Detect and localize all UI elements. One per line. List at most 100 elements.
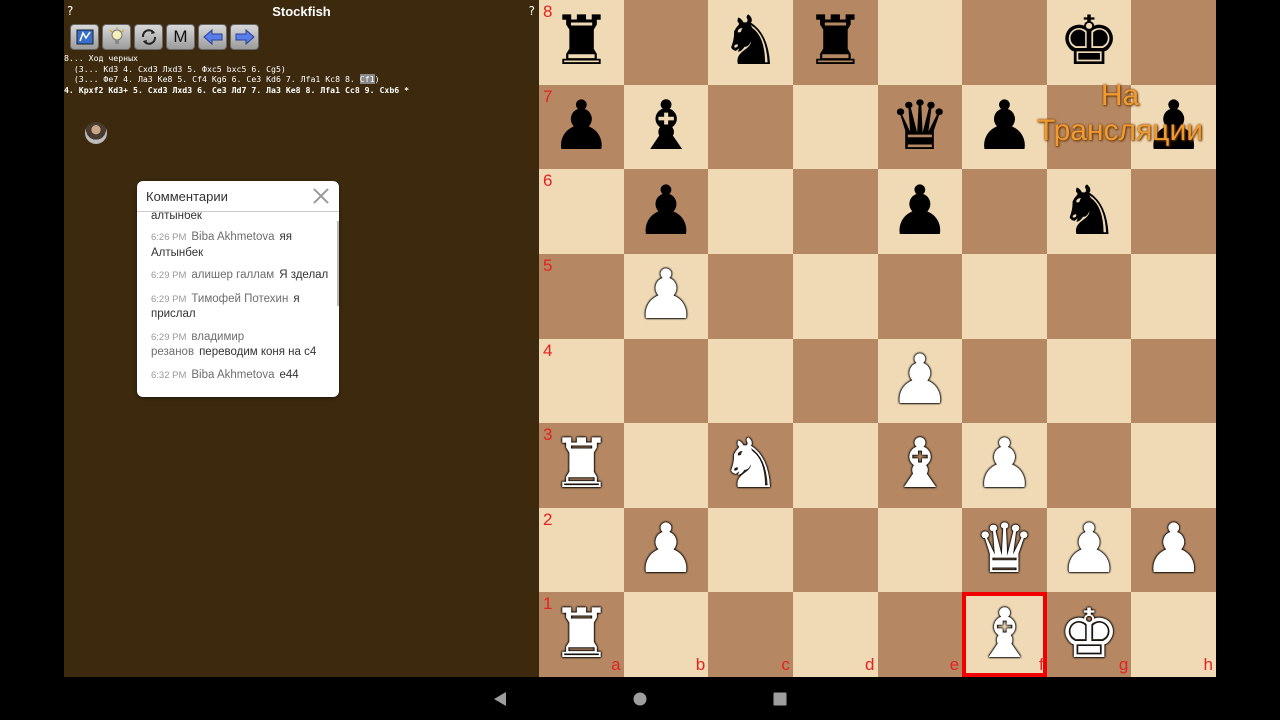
square-f4[interactable]	[962, 338, 1047, 424]
square-d3[interactable]	[792, 423, 878, 508]
square-a7[interactable]: ♟ 7	[539, 84, 624, 170]
black-pawn-icon[interactable]: ♟	[551, 92, 612, 161]
hint-button[interactable]	[102, 24, 131, 50]
square-h3[interactable]	[1131, 423, 1216, 508]
chess-board[interactable]: ♜ 8 ♞ ♜ ♚ ♟ 7 ♝ ♛ ♟ ♟ 6 ♟ ♟ ♞ 5 ♟ 4 ♟ ♜ 3 ♞ ♝ ♟ 2 ♟ ♛ ♟ ♟ ♜ 1 a b c d e ♝ f ♚ g…	[539, 0, 1216, 677]
nav-home-button[interactable]	[630, 689, 650, 709]
square-e3[interactable]: ♝	[877, 423, 963, 508]
square-e6[interactable]: ♟	[877, 169, 963, 254]
square-d8[interactable]: ♜	[792, 0, 878, 85]
refresh-button[interactable]	[134, 24, 163, 50]
square-a8[interactable]: ♜ 8	[539, 0, 624, 85]
black-rook-icon[interactable]: ♜	[551, 8, 612, 76]
square-b7[interactable]: ♝	[623, 84, 709, 170]
highlighted-move[interactable]: Cf1	[359, 74, 375, 84]
black-queen-icon[interactable]: ♛	[889, 92, 950, 161]
square-c3[interactable]: ♞	[708, 423, 793, 508]
square-c8[interactable]: ♞	[708, 0, 793, 85]
square-f1[interactable]: ♝ f	[962, 592, 1047, 677]
square-h8[interactable]	[1131, 0, 1216, 85]
black-pawn-icon[interactable]: ♟	[889, 177, 950, 246]
square-g4[interactable]	[1046, 338, 1132, 424]
white-pawn-icon[interactable]: ♟	[1143, 516, 1204, 584]
square-b3[interactable]	[623, 423, 709, 508]
square-g7[interactable]	[1046, 84, 1132, 170]
square-e2[interactable]	[877, 507, 963, 593]
black-pawn-icon[interactable]: ♟	[1143, 92, 1204, 161]
white-pawn-icon[interactable]: ♟	[1059, 516, 1120, 584]
white-pawn-icon[interactable]: ♟	[635, 516, 696, 584]
close-icon[interactable]	[313, 188, 329, 204]
square-d1[interactable]: d	[792, 592, 878, 677]
back-button[interactable]	[198, 24, 227, 50]
open-board-button[interactable]	[70, 24, 99, 50]
square-a2[interactable]: 2	[539, 507, 624, 593]
square-e1[interactable]: e	[877, 592, 963, 677]
square-g2[interactable]: ♟	[1046, 507, 1132, 593]
comments-scrollbar[interactable]	[337, 221, 339, 306]
square-f8[interactable]	[962, 0, 1047, 85]
square-f7[interactable]: ♟	[962, 84, 1047, 170]
square-d7[interactable]	[792, 84, 878, 170]
square-h6[interactable]	[1131, 169, 1216, 254]
square-e7[interactable]: ♛	[877, 84, 963, 170]
square-g1[interactable]: ♚ g	[1046, 592, 1132, 677]
square-c1[interactable]: c	[708, 592, 793, 677]
square-f6[interactable]	[962, 169, 1047, 254]
white-pawn-icon[interactable]: ♟	[635, 262, 696, 330]
square-e5[interactable]	[877, 253, 963, 339]
square-b1[interactable]: b	[623, 592, 709, 677]
black-pawn-icon[interactable]: ♟	[974, 92, 1035, 161]
square-d4[interactable]	[792, 338, 878, 424]
square-f3[interactable]: ♟	[962, 423, 1047, 508]
square-g5[interactable]	[1046, 253, 1132, 339]
square-f2[interactable]: ♛	[962, 507, 1047, 593]
black-pawn-icon[interactable]: ♟	[635, 177, 696, 246]
black-king-icon[interactable]: ♚	[1059, 8, 1120, 76]
black-knight-icon[interactable]: ♞	[1059, 177, 1120, 246]
square-b6[interactable]: ♟	[623, 169, 709, 254]
square-g3[interactable]	[1046, 423, 1132, 508]
comments-list[interactable]: алтынбек 6:26 PM Biba Akhmetova яя Алтынбе…	[137, 212, 339, 397]
square-a5[interactable]: 5	[539, 253, 624, 339]
square-a4[interactable]: 4	[539, 338, 624, 424]
square-d2[interactable]	[792, 507, 878, 593]
square-a1[interactable]: ♜ 1 a	[539, 592, 624, 677]
white-rook-icon[interactable]: ♜	[551, 600, 612, 669]
user-avatar[interactable]	[85, 122, 107, 144]
square-a6[interactable]: 6	[539, 169, 624, 254]
help-button-right[interactable]: ?	[529, 4, 535, 18]
square-c2[interactable]	[708, 507, 793, 593]
square-b5[interactable]: ♟	[623, 253, 709, 339]
square-c6[interactable]	[708, 169, 793, 254]
square-a3[interactable]: ♜ 3	[539, 423, 624, 508]
square-f5[interactable]	[962, 253, 1047, 339]
nav-recents-button[interactable]	[770, 689, 790, 709]
square-b4[interactable]	[623, 338, 709, 424]
square-h7[interactable]: ♟	[1131, 84, 1216, 170]
black-rook-icon[interactable]: ♜	[805, 8, 866, 76]
white-bishop-icon[interactable]: ♝	[974, 600, 1035, 669]
square-e4[interactable]: ♟	[877, 338, 963, 424]
white-pawn-icon[interactable]: ♟	[889, 346, 950, 415]
nav-back-button[interactable]	[490, 689, 510, 709]
square-c7[interactable]	[708, 84, 793, 170]
white-knight-icon[interactable]: ♞	[720, 431, 781, 499]
menu-button[interactable]: M	[166, 24, 195, 50]
white-bishop-icon[interactable]: ♝	[889, 431, 950, 499]
square-g8[interactable]: ♚	[1046, 0, 1132, 85]
square-d5[interactable]	[792, 253, 878, 339]
square-h2[interactable]: ♟	[1131, 507, 1216, 593]
square-e8[interactable]	[877, 0, 963, 85]
forward-button[interactable]	[230, 24, 259, 50]
square-h5[interactable]	[1131, 253, 1216, 339]
black-bishop-icon[interactable]: ♝	[635, 92, 696, 161]
white-rook-icon[interactable]: ♜	[551, 431, 612, 499]
white-king-icon[interactable]: ♚	[1059, 600, 1120, 669]
white-queen-icon[interactable]: ♛	[974, 516, 1035, 584]
square-c5[interactable]	[708, 253, 793, 339]
square-h1[interactable]: h	[1131, 592, 1216, 677]
square-d6[interactable]	[792, 169, 878, 254]
white-pawn-icon[interactable]: ♟	[974, 431, 1035, 499]
square-b2[interactable]: ♟	[623, 507, 709, 593]
